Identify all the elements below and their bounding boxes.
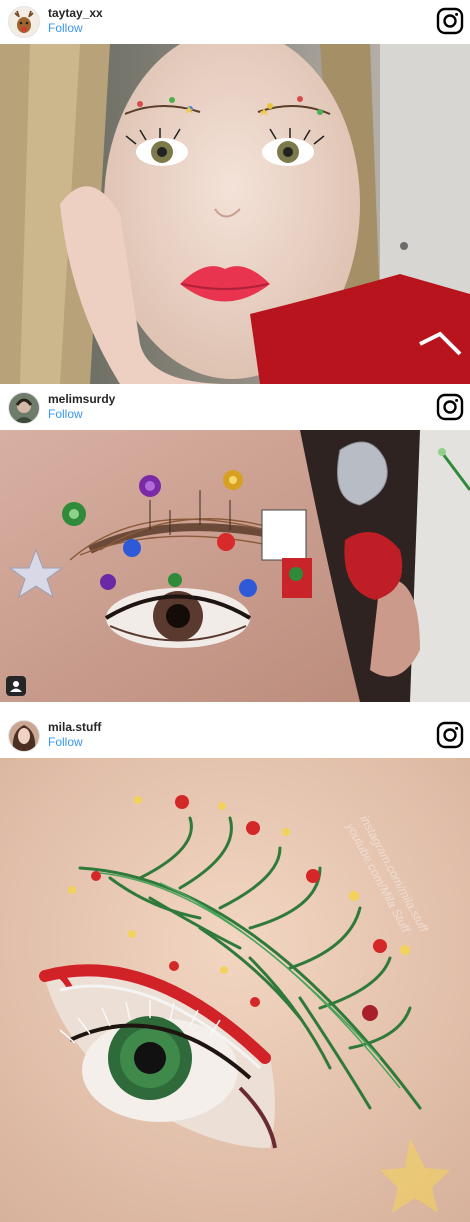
post-2: melimsurdy Follow <box>0 386 470 702</box>
instagram-icon[interactable] <box>436 393 464 421</box>
post-photo[interactable]: instagram.com/mila.stuff youtube.com/Mil… <box>0 758 470 1222</box>
instagram-icon[interactable] <box>436 721 464 749</box>
avatar[interactable] <box>8 6 40 38</box>
post-1: taytay_xx Follow <box>0 0 470 384</box>
reindeer-avatar-icon <box>14 10 34 33</box>
instagram-icon[interactable] <box>436 7 464 35</box>
post-photo[interactable] <box>0 44 470 384</box>
follow-button[interactable]: Follow <box>48 407 83 421</box>
photo-avatar-icon <box>12 725 36 751</box>
avatar[interactable] <box>8 392 40 424</box>
username[interactable]: mila.stuff <box>48 720 101 734</box>
follow-button[interactable]: Follow <box>48 21 83 35</box>
user-tag-icon[interactable] <box>6 676 26 696</box>
avatar[interactable] <box>8 720 40 752</box>
username[interactable]: melimsurdy <box>48 392 115 406</box>
photo-avatar-icon <box>14 398 34 423</box>
username[interactable]: taytay_xx <box>48 6 103 20</box>
post-photo[interactable] <box>0 430 470 702</box>
post-header: taytay_xx Follow <box>0 0 470 44</box>
follow-button[interactable]: Follow <box>48 735 83 749</box>
post-header: mila.stuff Follow <box>0 714 470 758</box>
post-header: melimsurdy Follow <box>0 386 470 430</box>
post-3: mila.stuff Follow instagram.com/mila.stu… <box>0 714 470 1222</box>
